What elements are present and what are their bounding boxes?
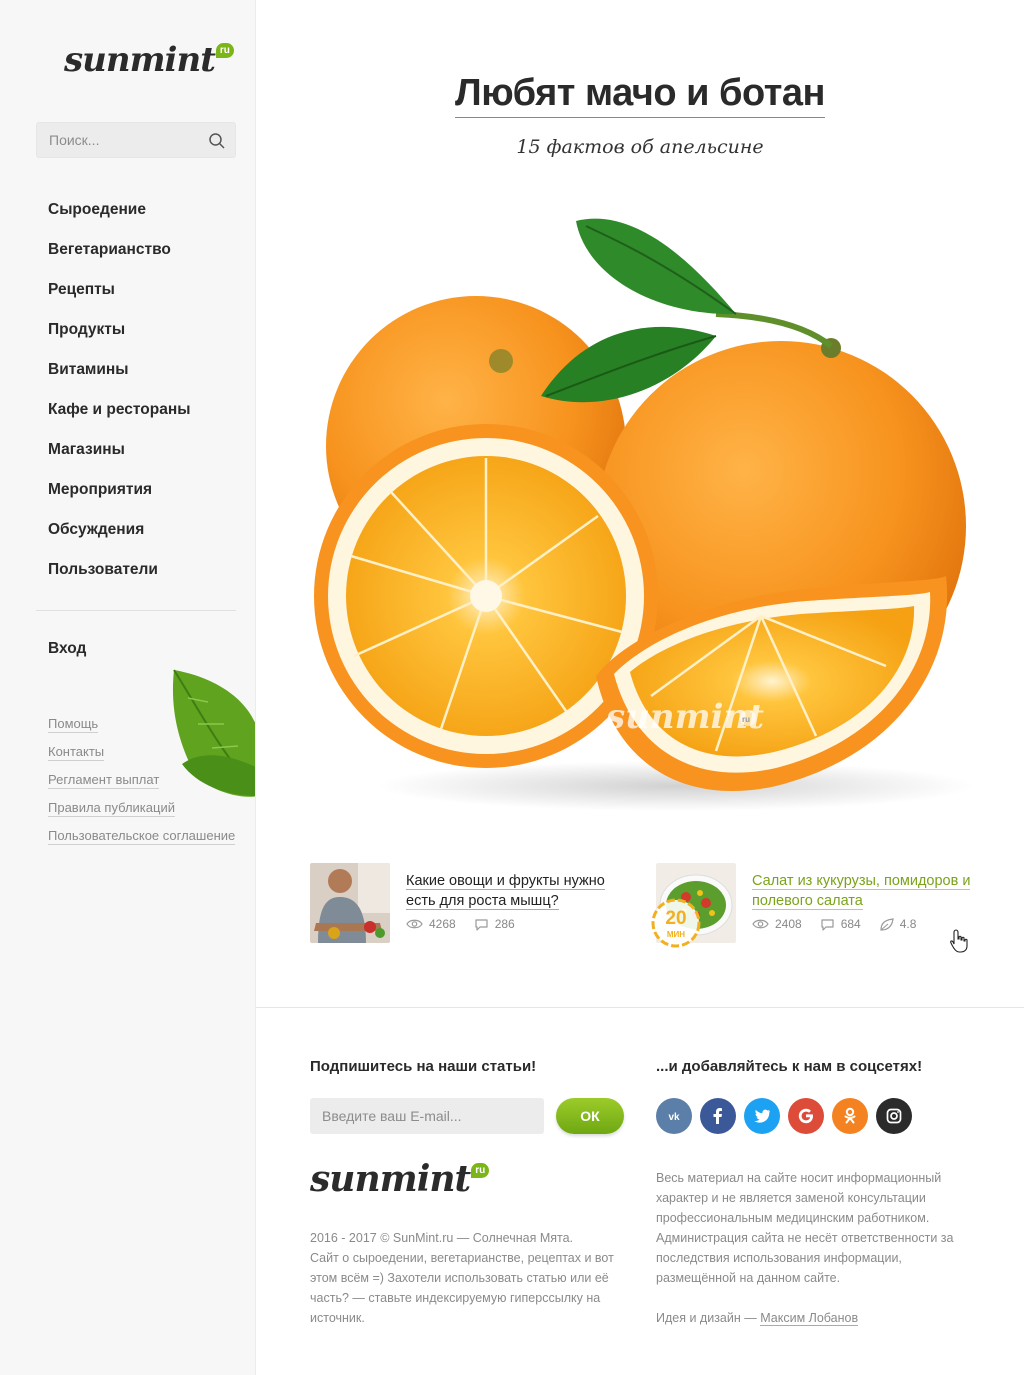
related-meta: 2408 684 4.8 — [752, 917, 934, 931]
oranges-hero-image: sunmint ru — [314, 218, 976, 811]
author-link[interactable]: Максим Лобанов — [760, 1311, 859, 1326]
related-article-muscles[interactable]: Какие овощи и фрукты нужно есть для рост… — [310, 863, 630, 943]
views: 2408 — [752, 917, 802, 931]
related-title[interactable]: Какие овощи и фрукты нужно есть для рост… — [406, 871, 630, 911]
related-title[interactable]: Салат из кукурузы, помидоров и полевого … — [752, 871, 976, 911]
odnoklassniki-icon[interactable] — [832, 1098, 868, 1134]
nav-item-vitamins[interactable]: Витамины — [48, 358, 190, 398]
social-title: ...и добавляйтесь к нам в соцсетях! — [656, 1058, 923, 1075]
email-input[interactable] — [310, 1098, 544, 1134]
credits: Идея и дизайн — Максим Лобанов — [656, 1308, 966, 1328]
rating: 4.8 — [879, 917, 916, 931]
site-logo[interactable]: sunmint ru — [64, 40, 234, 80]
sidebar-divider — [36, 610, 236, 611]
nav-item-products[interactable]: Продукты — [48, 318, 190, 358]
link-user-agreement[interactable]: Пользовательское соглашение — [48, 828, 236, 856]
comments: 286 — [474, 917, 515, 931]
logo-text: sunmint — [64, 40, 216, 80]
sidebar-links: Помощь Контакты Регламент выплат Правила… — [48, 716, 236, 856]
facebook-icon[interactable] — [700, 1098, 736, 1134]
comment-icon — [475, 918, 488, 931]
nav-item-users[interactable]: Пользователи — [48, 558, 190, 598]
nav-item-cafes[interactable]: Кафе и рестораны — [48, 398, 190, 438]
search-box — [36, 122, 236, 158]
logo-ru-badge: ru — [215, 43, 234, 58]
badge-unit: МИН — [667, 930, 685, 939]
hand-cursor-icon — [950, 929, 968, 953]
logo-text: sunmint — [310, 1158, 471, 1200]
login-link[interactable]: Вход — [48, 640, 86, 658]
footer: Подпишитесь на наши статьи! ОК sunmint r… — [256, 1007, 1024, 1375]
hero-watermark-ru: ru — [742, 715, 750, 724]
related-meta: 4268 286 — [406, 917, 533, 931]
logo-ru-badge: ru — [471, 1163, 490, 1178]
badge-number: 20 — [665, 908, 686, 929]
article-subtitle: 15 фактов об апельсине — [516, 136, 764, 158]
nav-item-discussions[interactable]: Обсуждения — [48, 518, 190, 558]
copyright: 2016 - 2017 © SunMint.ru — Солнечная Мят… — [310, 1231, 574, 1245]
link-help[interactable]: Помощь — [48, 716, 235, 744]
article-title: Любят мачо и ботан — [256, 72, 1024, 118]
nav-item-events[interactable]: Мероприятия — [48, 478, 190, 518]
google-icon[interactable] — [788, 1098, 824, 1134]
cook-time-badge: 20 МИН — [651, 898, 701, 948]
related-article-salad[interactable]: 20 МИН Салат из кукурузы, помидоров и по… — [651, 863, 976, 948]
footer-about: 2016 - 2017 © SunMint.ru — Солнечная Мят… — [310, 1228, 620, 1328]
about-text: Сайт о сыроедении, вегетарианстве, рецеп… — [310, 1251, 614, 1325]
comment-icon — [821, 918, 834, 931]
comments: 684 — [820, 917, 861, 931]
instagram-icon[interactable] — [876, 1098, 912, 1134]
nav-item-vegetarianism[interactable]: Вегетарианство — [48, 238, 190, 278]
main-nav: Сыроедение Вегетарианство Рецепты Продук… — [48, 198, 190, 598]
link-payout-rules[interactable]: Регламент выплат — [48, 772, 235, 800]
sidebar: sunmint ru Сыроедение Вегетарианство Рец… — [0, 0, 256, 1375]
thumb-man-vegetables — [310, 863, 390, 943]
eye-icon — [406, 919, 423, 929]
social-links: vk — [656, 1098, 920, 1134]
credit-prefix: Идея и дизайн — — [656, 1311, 757, 1325]
link-publication-rules[interactable]: Правила публикаций — [48, 800, 235, 828]
subscribe-ok-button[interactable]: ОК — [556, 1098, 624, 1134]
nav-item-recipes[interactable]: Рецепты — [48, 278, 190, 318]
svg-text:vk: vk — [668, 1112, 680, 1123]
nav-item-shops[interactable]: Магазины — [48, 438, 190, 478]
disclaimer: Весь материал на сайте носит информацион… — [656, 1171, 954, 1285]
eye-icon — [752, 919, 769, 929]
twitter-icon[interactable] — [744, 1098, 780, 1134]
vk-icon[interactable]: vk — [656, 1098, 692, 1134]
nav-item-raw-food[interactable]: Сыроедение — [48, 198, 190, 238]
views: 4268 — [406, 917, 456, 931]
search-icon[interactable] — [208, 132, 226, 150]
link-contacts[interactable]: Контакты — [48, 744, 235, 772]
subscribe-title: Подпишитесь на наши статьи! — [310, 1058, 537, 1075]
leaf-rating-icon — [880, 917, 894, 931]
search-input[interactable] — [37, 123, 197, 157]
footer-logo[interactable]: sunmint ru — [310, 1158, 490, 1200]
